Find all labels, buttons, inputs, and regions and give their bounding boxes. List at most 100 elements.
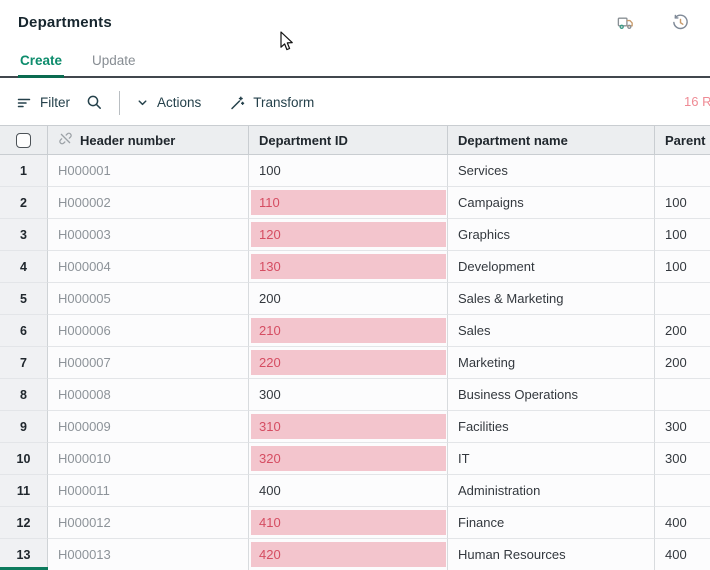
error-highlight: 220 (251, 350, 446, 375)
table-row: 5 H000005 200 Sales & Marketing (0, 283, 710, 315)
cell-parent-id[interactable] (655, 379, 710, 411)
cell-parent-id[interactable]: 200 (655, 347, 710, 379)
data-grid: Header number Department ID Department n… (0, 125, 710, 570)
cell-department-id[interactable]: 130 (249, 251, 448, 283)
cell-parent-id[interactable] (655, 155, 710, 187)
cell-department-name[interactable]: Sales & Marketing (448, 283, 655, 315)
cell-parent-id[interactable]: 100 (655, 251, 710, 283)
cell-header-number[interactable]: H000006 (48, 315, 249, 347)
window-header: Departments (0, 0, 710, 45)
unlink-icon (58, 131, 73, 149)
cell-department-name[interactable]: Business Operations (448, 379, 655, 411)
search-button[interactable] (86, 94, 103, 111)
tab-update[interactable]: Update (90, 53, 138, 78)
cell-department-name[interactable]: Facilities (448, 411, 655, 443)
column-header-header-number[interactable]: Header number (48, 125, 249, 155)
cell-department-name[interactable]: Administration (448, 475, 655, 507)
error-highlight: 110 (251, 190, 446, 215)
history-icon[interactable] (671, 13, 690, 32)
cell-department-id[interactable]: 310 (249, 411, 448, 443)
cell-header-number[interactable]: H000004 (48, 251, 249, 283)
cell-department-id[interactable]: 220 (249, 347, 448, 379)
select-all-cell (0, 125, 48, 155)
truck-icon[interactable] (616, 13, 635, 32)
cell-department-id[interactable]: 420 (249, 539, 448, 570)
cell-department-id[interactable]: 320 (249, 443, 448, 475)
column-header-department-id[interactable]: Department ID (249, 125, 448, 155)
row-number-cell[interactable]: 10 (0, 443, 48, 475)
select-all-checkbox[interactable] (16, 133, 31, 148)
cell-department-id[interactable]: 200 (249, 283, 448, 315)
table-row: 9 H000009 310 Facilities 300 (0, 411, 710, 443)
row-number-cell[interactable]: 11 (0, 475, 48, 507)
page-title: Departments (18, 14, 112, 31)
cell-parent-id[interactable]: 300 (655, 443, 710, 475)
table-row: 8 H000008 300 Business Operations (0, 379, 710, 411)
transform-button[interactable]: Transform (229, 95, 314, 111)
cell-header-number[interactable]: H000011 (48, 475, 249, 507)
row-number-cell[interactable]: 3 (0, 219, 48, 251)
cell-department-name[interactable]: Human Resources (448, 539, 655, 570)
actions-label: Actions (157, 95, 201, 110)
header-actions (616, 13, 690, 32)
search-icon (86, 94, 103, 111)
table-row: 13 H000013 420 Human Resources 400 (0, 539, 710, 570)
row-number-cell[interactable]: 1 (0, 155, 48, 187)
cell-header-number[interactable]: H000009 (48, 411, 249, 443)
cell-header-number[interactable]: H000008 (48, 379, 249, 411)
row-number-cell[interactable]: 2 (0, 187, 48, 219)
cell-department-id[interactable]: 210 (249, 315, 448, 347)
cell-department-id[interactable]: 400 (249, 475, 448, 507)
cell-department-name[interactable]: Graphics (448, 219, 655, 251)
table-row: 6 H000006 210 Sales 200 (0, 315, 710, 347)
column-header-department-name[interactable]: Department name (448, 125, 655, 155)
tab-create[interactable]: Create (18, 53, 64, 78)
cell-department-name[interactable]: IT (448, 443, 655, 475)
cell-parent-id[interactable] (655, 283, 710, 315)
cell-department-name[interactable]: Sales (448, 315, 655, 347)
cell-header-number[interactable]: H000010 (48, 443, 249, 475)
column-header-parent-id[interactable]: Parent ID (655, 125, 710, 155)
row-number-cell[interactable]: 8 (0, 379, 48, 411)
table-row: 10 H000010 320 IT 300 (0, 443, 710, 475)
error-highlight: 320 (251, 446, 446, 471)
cell-parent-id[interactable] (655, 475, 710, 507)
cell-header-number[interactable]: H000007 (48, 347, 249, 379)
cell-department-name[interactable]: Finance (448, 507, 655, 539)
cell-header-number[interactable]: H000002 (48, 187, 249, 219)
toolbar: Filter Actions Transform 16 Re (0, 80, 710, 125)
cell-department-id[interactable]: 300 (249, 379, 448, 411)
cell-department-name[interactable]: Campaigns (448, 187, 655, 219)
row-number-cell[interactable]: 12 (0, 507, 48, 539)
cell-header-number[interactable]: H000013 (48, 539, 249, 570)
cell-parent-id[interactable]: 400 (655, 539, 710, 570)
cell-department-id[interactable]: 120 (249, 219, 448, 251)
transform-label: Transform (253, 95, 314, 110)
actions-button[interactable]: Actions (136, 95, 201, 110)
cell-header-number[interactable]: H000005 (48, 283, 249, 315)
cell-parent-id[interactable]: 200 (655, 315, 710, 347)
cell-parent-id[interactable]: 400 (655, 507, 710, 539)
row-number-cell[interactable]: 9 (0, 411, 48, 443)
row-number-cell[interactable]: 5 (0, 283, 48, 315)
row-number-cell[interactable]: 7 (0, 347, 48, 379)
cell-parent-id[interactable]: 300 (655, 411, 710, 443)
row-number-cell[interactable]: 13 (0, 539, 48, 570)
table-row: 2 H000002 110 Campaigns 100 (0, 187, 710, 219)
cell-header-number[interactable]: H000012 (48, 507, 249, 539)
cell-department-id[interactable]: 410 (249, 507, 448, 539)
filter-button[interactable]: Filter (16, 95, 70, 111)
cell-department-name[interactable]: Development (448, 251, 655, 283)
cell-header-number[interactable]: H000003 (48, 219, 249, 251)
record-count: 16 Re (684, 94, 710, 109)
cell-department-name[interactable]: Services (448, 155, 655, 187)
cell-parent-id[interactable]: 100 (655, 187, 710, 219)
cell-department-id[interactable]: 100 (249, 155, 448, 187)
row-number-cell[interactable]: 6 (0, 315, 48, 347)
table-row: 12 H000012 410 Finance 400 (0, 507, 710, 539)
cell-department-id[interactable]: 110 (249, 187, 448, 219)
cell-header-number[interactable]: H000001 (48, 155, 249, 187)
row-number-cell[interactable]: 4 (0, 251, 48, 283)
cell-department-name[interactable]: Marketing (448, 347, 655, 379)
cell-parent-id[interactable]: 100 (655, 219, 710, 251)
